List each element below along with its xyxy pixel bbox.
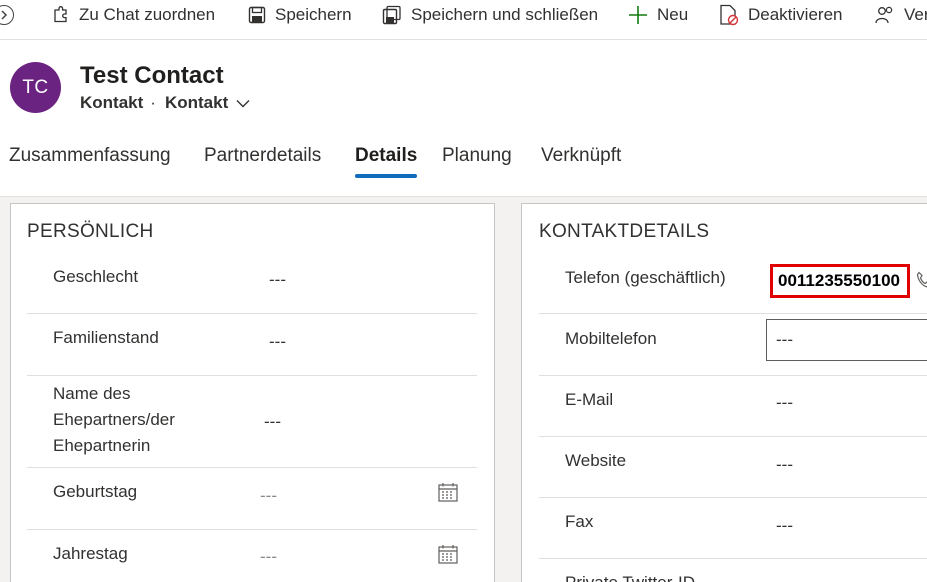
- field-value-birthday[interactable]: ---: [260, 486, 277, 506]
- field-value-spouse-name[interactable]: ---: [264, 412, 281, 432]
- row-divider: [539, 313, 927, 314]
- field-label-twitter: Private Twitter-ID: [565, 570, 695, 582]
- record-subtitle: Kontakt · Kontakt: [80, 93, 250, 113]
- tab-verknuepft[interactable]: Verknüpft: [541, 145, 621, 167]
- more-command-button[interactable]: Ver: [875, 0, 927, 30]
- save-close-button[interactable]: Speichern und schließen: [382, 0, 598, 30]
- field-value-fax[interactable]: ---: [776, 516, 793, 536]
- section-title-contact: KONTAKTDETAILS: [539, 221, 710, 242]
- field-value-email[interactable]: ---: [776, 393, 793, 413]
- save-close-icon: [382, 5, 401, 25]
- field-label-mobile-phone: Mobiltelefon: [565, 329, 657, 348]
- row-divider: [27, 313, 477, 314]
- record-title: Test Contact: [80, 62, 224, 89]
- row-divider: [27, 529, 477, 530]
- field-value-gender[interactable]: ---: [269, 270, 286, 290]
- row-divider: [27, 467, 477, 468]
- deactivate-document-icon: [720, 4, 739, 26]
- field-label-email: E-Mail: [565, 390, 614, 409]
- field-label-business-phone: Telefon (geschäftlich): [565, 268, 726, 287]
- command-bar: Zu Chat zuordnen Speichern Speichern und…: [0, 0, 927, 40]
- save-label: Speichern: [275, 5, 352, 24]
- entity-name: Kontakt: [80, 93, 144, 112]
- mobile-phone-input[interactable]: ---: [766, 319, 927, 361]
- plus-icon: [629, 6, 647, 24]
- tab-partnerdetails[interactable]: Partnerdetails: [204, 145, 321, 167]
- field-value-anniversary[interactable]: ---: [260, 547, 277, 567]
- chevron-down-icon[interactable]: [236, 99, 250, 108]
- deactivate-label: Deaktivieren: [748, 5, 843, 24]
- section-title-personal: PERSÖNLICH: [27, 221, 154, 242]
- row-divider: [27, 375, 477, 376]
- field-label-marital-status: Familienstand: [53, 328, 159, 347]
- field-label-birthday: Geburtstag: [53, 482, 138, 501]
- avatar: TC: [10, 62, 61, 113]
- assign-chat-label: Zu Chat zuordnen: [79, 5, 216, 24]
- field-label-spouse-name: Name des Ehepartners/der Ehepartnerin: [53, 384, 175, 455]
- tab-details[interactable]: Details: [355, 145, 417, 167]
- calendar-icon[interactable]: [438, 545, 458, 564]
- puzzle-icon: [54, 6, 67, 23]
- new-button[interactable]: Neu: [628, 0, 688, 30]
- row-divider: [539, 375, 927, 376]
- deactivate-button[interactable]: Deaktivieren: [719, 0, 843, 30]
- row-divider: [539, 497, 927, 498]
- field-value-marital-status[interactable]: ---: [269, 332, 286, 352]
- field-label-fax: Fax: [565, 512, 594, 531]
- people-icon: [875, 6, 893, 24]
- save-close-label: Speichern und schließen: [411, 5, 599, 24]
- calendar-icon[interactable]: [438, 483, 458, 502]
- new-label: Neu: [657, 5, 689, 24]
- tab-planung[interactable]: Planung: [442, 145, 512, 167]
- active-tab-indicator: [355, 174, 417, 178]
- row-divider: [539, 558, 927, 559]
- more-command-label: Ver: [904, 5, 927, 24]
- save-icon: [248, 6, 266, 24]
- field-label-gender: Geschlecht: [53, 267, 139, 286]
- field-value-website[interactable]: ---: [776, 455, 793, 475]
- assign-chat-button[interactable]: Zu Chat zuordnen: [52, 0, 215, 30]
- form-selector[interactable]: Kontakt: [165, 93, 228, 113]
- separator: ·: [150, 93, 156, 112]
- field-label-anniversary: Jahrestag: [53, 544, 128, 563]
- save-button[interactable]: Speichern: [248, 0, 352, 30]
- row-divider: [539, 436, 927, 437]
- back-circle-icon[interactable]: [0, 5, 14, 25]
- field-label-website: Website: [565, 451, 627, 470]
- business-phone-field[interactable]: 0011235550100: [770, 264, 910, 298]
- phone-icon[interactable]: [916, 271, 927, 289]
- tab-zusammenfassung[interactable]: Zusammenfassung: [9, 145, 171, 167]
